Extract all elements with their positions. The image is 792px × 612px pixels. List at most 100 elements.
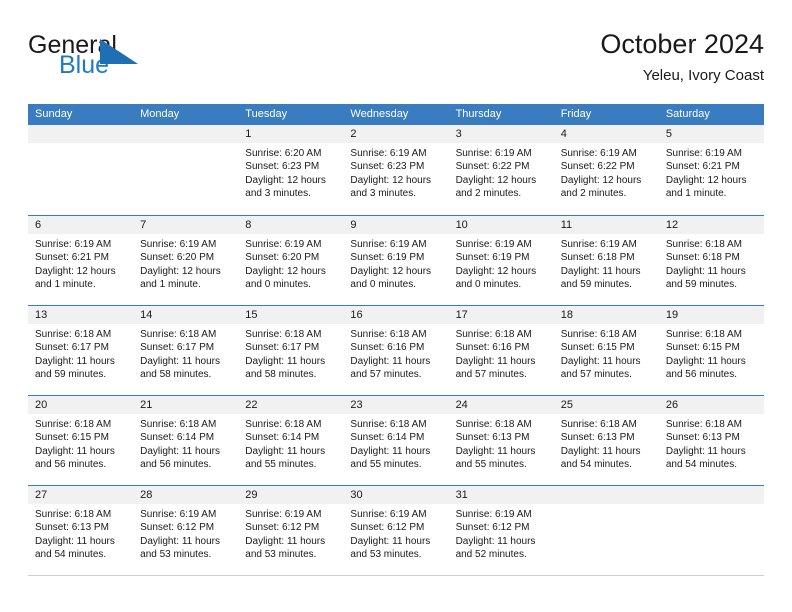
day-cell[interactable]: 4 Sunrise: 6:19 AM Sunset: 6:22 PM Dayli… [553,125,659,215]
day-number-band: 28 [133,486,239,504]
sunrise-text: Sunrise: 6:19 AM [35,239,112,250]
sunset-text: Sunset: 6:12 PM [140,522,215,534]
day-number: 23 [350,399,363,411]
sunset-text: Sunset: 6:12 PM [455,522,530,534]
sunset-text: Sunset: 6:17 PM [245,342,320,354]
daylight-text-line1: Daylight: 11 hours [455,535,536,547]
sunrise-text: Sunrise: 6:19 AM [140,509,217,520]
day-cell[interactable]: 22 Sunrise: 6:18 AM Sunset: 6:14 PM Dayl… [238,396,344,485]
day-number: 31 [455,489,468,501]
daylight-text-line2: and 59 minutes. [560,278,632,290]
daylight-text-line2: and 2 minutes. [455,187,522,199]
day-info: Sunrise: 6:19 AM Sunset: 6:20 PM Dayligh… [238,234,343,291]
sunset-text: Sunset: 6:14 PM [350,432,425,444]
day-cell[interactable]: 8 Sunrise: 6:19 AM Sunset: 6:20 PM Dayli… [238,216,344,305]
daylight-text-line1: Daylight: 11 hours [455,355,536,367]
day-cell[interactable]: 7 Sunrise: 6:19 AM Sunset: 6:20 PM Dayli… [133,216,239,305]
daylight-text-line2: and 57 minutes. [350,368,422,380]
day-number-band: 26 [658,396,764,414]
sunset-text: Sunset: 6:13 PM [560,432,635,444]
day-info: Sunrise: 6:19 AM Sunset: 6:19 PM Dayligh… [449,234,554,291]
day-cell[interactable]: 30 Sunrise: 6:19 AM Sunset: 6:12 PM Dayl… [343,486,449,575]
sunrise-text: Sunrise: 6:19 AM [665,148,742,159]
day-number-band [658,486,764,504]
day-cell[interactable]: 27 Sunrise: 6:18 AM Sunset: 6:13 PM Dayl… [28,486,134,575]
day-number-band: 17 [448,306,554,324]
day-cell[interactable]: 21 Sunrise: 6:18 AM Sunset: 6:14 PM Dayl… [133,396,239,485]
sunrise-text: Sunrise: 6:19 AM [245,509,322,520]
weekday-header-monday: Monday [140,108,180,120]
day-number: 22 [245,399,258,411]
day-number: 9 [350,219,357,231]
sunrise-text: Sunrise: 6:19 AM [245,239,322,250]
day-info: Sunrise: 6:18 AM Sunset: 6:14 PM Dayligh… [133,414,238,471]
day-number-band: 13 [28,306,134,324]
daylight-text-line2: and 59 minutes. [35,368,107,380]
sunrise-text: Sunrise: 6:19 AM [455,148,532,159]
day-number-band [133,125,239,143]
sunrise-text: Sunrise: 6:18 AM [140,329,217,340]
sunrise-text: Sunrise: 6:18 AM [665,329,742,340]
week-row: 13 Sunrise: 6:18 AM Sunset: 6:17 PM Dayl… [28,305,764,395]
day-cell[interactable]: 3 Sunrise: 6:19 AM Sunset: 6:22 PM Dayli… [448,125,554,215]
day-cell[interactable]: 29 Sunrise: 6:19 AM Sunset: 6:12 PM Dayl… [238,486,344,575]
sunset-text: Sunset: 6:18 PM [665,252,740,264]
day-cell[interactable]: 28 Sunrise: 6:19 AM Sunset: 6:12 PM Dayl… [133,486,239,575]
daylight-text-line1: Daylight: 11 hours [350,445,431,457]
day-cell[interactable]: 15 Sunrise: 6:18 AM Sunset: 6:17 PM Dayl… [238,306,344,395]
day-number-band: 21 [133,396,239,414]
day-cell[interactable]: 11 Sunrise: 6:19 AM Sunset: 6:18 PM Dayl… [553,216,659,305]
day-cell[interactable]: 20 Sunrise: 6:18 AM Sunset: 6:15 PM Dayl… [28,396,134,485]
day-cell[interactable]: 2 Sunrise: 6:19 AM Sunset: 6:23 PM Dayli… [343,125,449,215]
day-cell[interactable]: 14 Sunrise: 6:18 AM Sunset: 6:17 PM Dayl… [133,306,239,395]
daylight-text-line1: Daylight: 11 hours [560,355,641,367]
day-cell[interactable]: 1 Sunrise: 6:20 AM Sunset: 6:23 PM Dayli… [238,125,344,215]
daylight-text-line2: and 2 minutes. [560,187,627,199]
day-cell[interactable]: 10 Sunrise: 6:19 AM Sunset: 6:19 PM Dayl… [448,216,554,305]
day-number: 30 [350,489,363,501]
day-cell[interactable]: 23 Sunrise: 6:18 AM Sunset: 6:14 PM Dayl… [343,396,449,485]
week-row: 20 Sunrise: 6:18 AM Sunset: 6:15 PM Dayl… [28,395,764,485]
day-cell[interactable]: 16 Sunrise: 6:18 AM Sunset: 6:16 PM Dayl… [343,306,449,395]
day-number-band: 1 [238,125,344,143]
day-cell[interactable]: 9 Sunrise: 6:19 AM Sunset: 6:19 PM Dayli… [343,216,449,305]
day-cell[interactable]: 12 Sunrise: 6:18 AM Sunset: 6:18 PM Dayl… [658,216,764,305]
day-cell[interactable]: 18 Sunrise: 6:18 AM Sunset: 6:15 PM Dayl… [553,306,659,395]
day-info: Sunrise: 6:18 AM Sunset: 6:15 PM Dayligh… [659,324,764,381]
day-number: 1 [245,128,252,140]
day-info: Sunrise: 6:18 AM Sunset: 6:13 PM Dayligh… [449,414,554,471]
day-cell[interactable]: 25 Sunrise: 6:18 AM Sunset: 6:13 PM Dayl… [553,396,659,485]
day-cell[interactable]: 26 Sunrise: 6:18 AM Sunset: 6:13 PM Dayl… [658,396,764,485]
day-number-band: 2 [343,125,449,143]
day-cell[interactable]: 5 Sunrise: 6:19 AM Sunset: 6:21 PM Dayli… [658,125,764,215]
sunset-text: Sunset: 6:13 PM [455,432,530,444]
day-info: Sunrise: 6:18 AM Sunset: 6:14 PM Dayligh… [343,414,448,471]
triangle-flag-icon [100,39,138,64]
weekday-header-sunday: Sunday [35,108,73,120]
daylight-text-line2: and 56 minutes. [35,458,107,470]
day-cell[interactable]: 17 Sunrise: 6:18 AM Sunset: 6:16 PM Dayl… [448,306,554,395]
day-cell[interactable]: 31 Sunrise: 6:19 AM Sunset: 6:12 PM Dayl… [448,486,554,575]
daylight-text-line1: Daylight: 12 hours [350,174,432,186]
daylight-text-line2: and 53 minutes. [245,548,317,560]
day-number: 17 [455,309,468,321]
day-info: Sunrise: 6:18 AM Sunset: 6:15 PM Dayligh… [554,324,659,381]
weekday-header-friday: Friday [560,108,592,120]
day-cell[interactable]: 24 Sunrise: 6:18 AM Sunset: 6:13 PM Dayl… [448,396,554,485]
day-cell[interactable]: 13 Sunrise: 6:18 AM Sunset: 6:17 PM Dayl… [28,306,134,395]
daylight-text-line2: and 58 minutes. [140,368,212,380]
day-number: 16 [350,309,363,321]
day-number-band: 7 [133,216,239,234]
daylight-text-line2: and 57 minutes. [455,368,527,380]
day-cell[interactable]: 19 Sunrise: 6:18 AM Sunset: 6:15 PM Dayl… [658,306,764,395]
day-number: 19 [665,309,679,321]
day-number-band: 8 [238,216,344,234]
sunset-text: Sunset: 6:23 PM [350,161,425,173]
daylight-text-line1: Daylight: 11 hours [350,535,431,547]
day-info: Sunrise: 6:19 AM Sunset: 6:12 PM Dayligh… [449,504,554,561]
sunset-text: Sunset: 6:18 PM [560,252,635,264]
day-number-band: 10 [448,216,554,234]
day-number: 27 [35,489,48,501]
sunrise-text: Sunrise: 6:18 AM [35,329,112,340]
day-cell[interactable]: 6 Sunrise: 6:19 AM Sunset: 6:21 PM Dayli… [28,216,134,305]
